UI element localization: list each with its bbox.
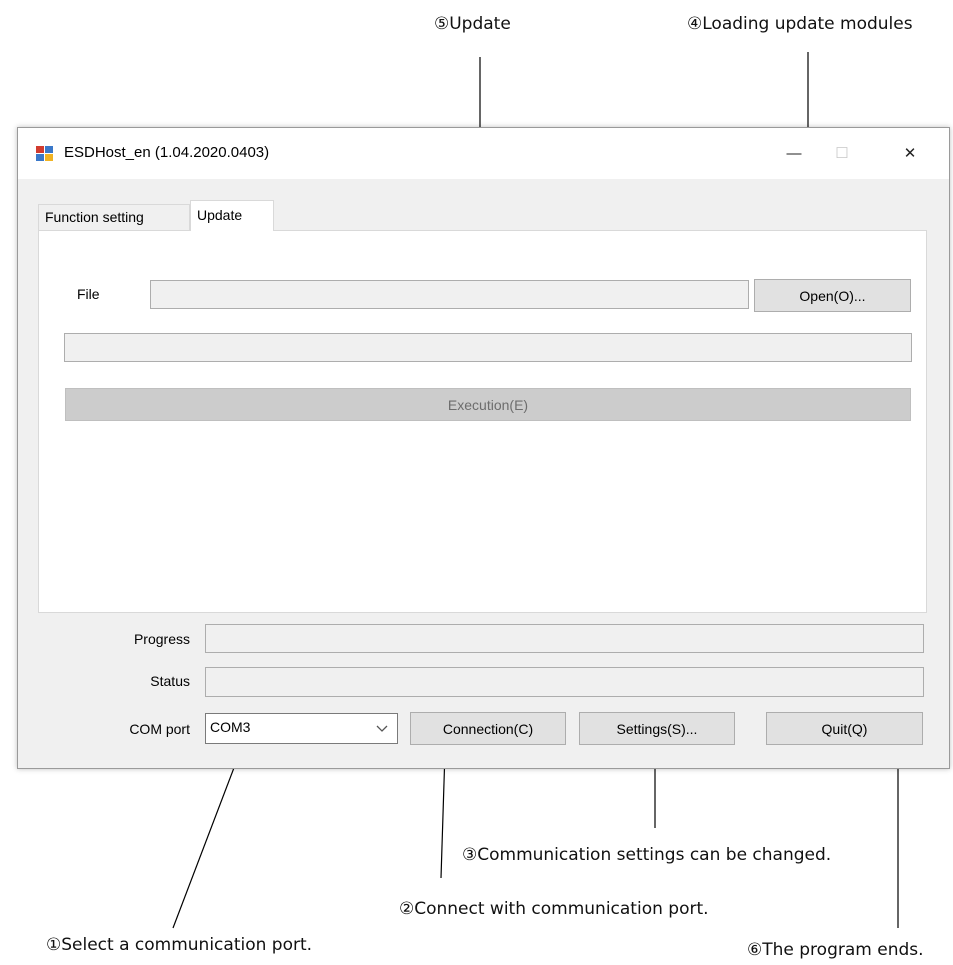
leader-select-port <box>172 751 241 929</box>
progress-bar <box>205 624 924 653</box>
callout-loading-modules: ④Loading update modules <box>687 14 913 34</box>
chevron-down-icon[interactable] <box>376 725 388 733</box>
tab-update[interactable]: Update <box>190 200 274 231</box>
title-bar[interactable]: ESDHost_en (1.04.2020.0403) — ☐ ✕ <box>18 128 949 179</box>
close-icon[interactable]: ✕ <box>887 136 933 170</box>
callout-select-port: ①Select a communication port. <box>46 935 313 955</box>
window-title: ESDHost_en (1.04.2020.0403) <box>64 144 270 161</box>
status-field <box>205 667 924 697</box>
file-path-field[interactable] <box>150 280 749 309</box>
status-label: Status <box>150 673 190 689</box>
com-port-select[interactable]: COM3 <box>205 713 398 744</box>
progress-label: Progress <box>133 631 190 647</box>
module-info-field <box>64 333 912 362</box>
maximize-icon[interactable]: ☐ <box>819 136 865 170</box>
update-tab-panel: File Open(O)... Execution(E) <box>38 230 927 613</box>
settings-button[interactable]: Settings(S)... <box>579 712 735 745</box>
file-label: File <box>77 286 100 302</box>
minimize-icon[interactable]: — <box>771 136 817 170</box>
callout-communication-settings: ③Communication settings can be changed. <box>462 845 832 865</box>
callout-connect: ②Connect with communication port. <box>399 899 709 919</box>
com-port-label: COM port <box>129 721 190 737</box>
connection-button[interactable]: Connection(C) <box>410 712 566 745</box>
app-icon <box>36 146 53 161</box>
execution-button[interactable]: Execution(E) <box>65 388 911 421</box>
callout-update: ⑤Update <box>434 14 511 34</box>
open-button[interactable]: Open(O)... <box>754 279 911 312</box>
leader-connect <box>440 750 446 879</box>
com-port-value: COM3 <box>210 719 251 735</box>
app-window: ESDHost_en (1.04.2020.0403) — ☐ ✕ Functi… <box>17 127 950 769</box>
tab-function-setting[interactable]: Function setting <box>38 204 190 230</box>
quit-button[interactable]: Quit(Q) <box>766 712 923 745</box>
callout-program-ends: ⑥The program ends. <box>747 940 924 960</box>
